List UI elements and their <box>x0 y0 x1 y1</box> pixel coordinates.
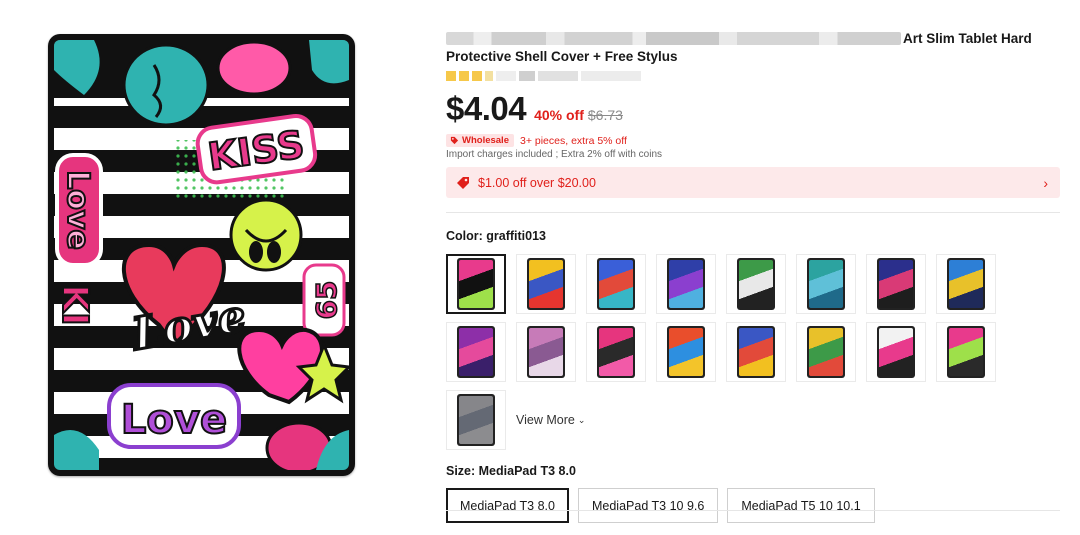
chevron-down-icon: ⌄ <box>577 414 586 425</box>
swatch-thumbnail <box>457 394 495 446</box>
import-charges-note: Import charges included ; Extra 2% off w… <box>446 149 663 160</box>
color-swatch[interactable] <box>726 322 786 382</box>
view-more-button[interactable]: View More ⌄ <box>516 390 594 450</box>
original-price: $6.73 <box>587 107 623 123</box>
swatch-thumbnail <box>527 326 565 378</box>
swatch-thumbnail <box>807 258 845 310</box>
wholesale-badge: Wholesale <box>446 134 514 147</box>
tag-small-icon <box>450 136 459 145</box>
size-option-button[interactable]: MediaPad T3 10 9.6 <box>577 488 719 523</box>
view-more-label: View More <box>516 413 575 427</box>
swatch-thumbnail <box>457 326 495 378</box>
color-swatch[interactable] <box>866 254 926 314</box>
svg-text:Love: Love <box>121 397 227 443</box>
swatch-thumbnail <box>807 326 845 378</box>
product-main-image[interactable]: KISS Love Love KI 65 Love <box>48 34 355 476</box>
swatch-thumbnail <box>947 326 985 378</box>
price-row: $4.04 40% off $6.73 <box>446 90 1062 128</box>
color-swatch[interactable] <box>446 254 506 314</box>
color-swatch[interactable] <box>516 322 576 382</box>
title-blurred-segment <box>446 32 901 45</box>
color-swatch[interactable] <box>586 322 646 382</box>
coupon-bar[interactable]: $1.00 off over $20.00 › <box>446 167 1060 198</box>
color-swatch[interactable] <box>796 322 856 382</box>
tablet-case-artwork: KISS Love Love KI 65 Love <box>54 40 349 470</box>
wholesale-row: Wholesale 3+ pieces, extra 5% off <box>446 134 1062 147</box>
swatch-thumbnail <box>597 258 635 310</box>
rating-row-blurred <box>446 71 676 81</box>
color-swatch[interactable] <box>656 322 716 382</box>
size-option-button[interactable]: MediaPad T3 8.0 <box>446 488 569 523</box>
discount-percent: 40% off <box>534 107 584 123</box>
product-info-panel: Art Slim Tablet Hard Protective Shell Co… <box>446 30 1062 523</box>
swatch-thumbnail <box>527 258 565 310</box>
chevron-right-icon: › <box>1043 174 1048 191</box>
svg-text:65: 65 <box>310 281 343 320</box>
size-option-button[interactable]: MediaPad T5 10 10.1 <box>727 488 875 523</box>
color-swatch[interactable] <box>446 322 506 382</box>
size-label: Size: MediaPad T3 8.0 <box>446 464 576 478</box>
color-swatch[interactable] <box>586 254 646 314</box>
color-swatch[interactable] <box>656 254 716 314</box>
swatch-thumbnail <box>667 326 705 378</box>
swatch-thumbnail <box>667 258 705 310</box>
color-swatch[interactable] <box>796 254 856 314</box>
swatch-thumbnail <box>877 326 915 378</box>
svg-text:KI: KI <box>54 284 95 325</box>
swatch-thumbnail <box>877 258 915 310</box>
tag-icon <box>456 176 470 190</box>
current-price: $4.04 <box>446 90 527 127</box>
coupon-text: $1.00 off over $20.00 <box>478 175 596 190</box>
product-title: Art Slim Tablet Hard Protective Shell Co… <box>446 30 1046 66</box>
size-options: MediaPad T3 8.0 MediaPad T3 10 9.6 MediaPa… <box>446 488 1062 523</box>
swatch-thumbnail <box>457 258 495 310</box>
color-swatch[interactable] <box>936 254 996 314</box>
swatch-thumbnail <box>947 258 985 310</box>
swatch-thumbnail <box>737 326 775 378</box>
color-swatch[interactable] <box>516 254 576 314</box>
swatch-thumbnail <box>737 258 775 310</box>
color-swatch[interactable] <box>726 254 786 314</box>
bottom-divider <box>446 510 1060 511</box>
svg-text:Love: Love <box>60 170 95 250</box>
color-label: Color: graffiti013 <box>446 229 547 243</box>
wholesale-offer: 3+ pieces, extra 5% off <box>520 134 627 147</box>
color-swatch[interactable] <box>866 322 926 382</box>
color-swatch[interactable] <box>446 390 506 450</box>
wholesale-badge-label: Wholesale <box>462 135 509 146</box>
swatch-thumbnail <box>597 326 635 378</box>
color-swatch[interactable] <box>936 322 996 382</box>
color-swatch-grid: View More ⌄ <box>446 254 1062 450</box>
divider <box>446 212 1060 213</box>
